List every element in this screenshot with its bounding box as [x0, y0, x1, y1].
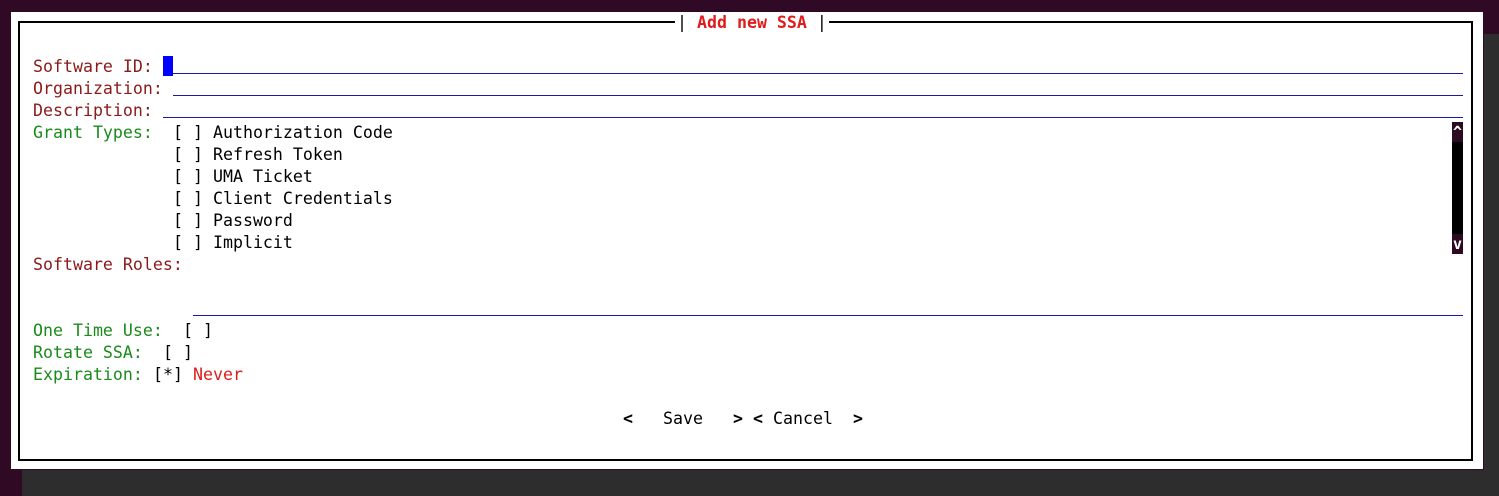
software-roles-input[interactable]	[193, 315, 1463, 316]
cancel-button[interactable]: < Cancel >	[753, 408, 863, 430]
title-bar-right: |	[816, 13, 827, 32]
organization-label: Organization:	[33, 79, 163, 98]
one-time-use-label: One Time Use:	[33, 321, 163, 340]
grant-type-implicit[interactable]: [ ] Implicit	[173, 232, 293, 254]
checkbox[interactable]: [ ]	[173, 123, 203, 142]
save-right-bracket: >	[732, 409, 743, 428]
grant-type-label: UMA Ticket	[212, 167, 313, 186]
expiration-checkbox[interactable]: [*]	[153, 364, 183, 386]
one-time-use-checkbox[interactable]: [ ]	[183, 320, 213, 342]
description-input[interactable]	[163, 117, 1463, 118]
organization-input[interactable]	[173, 95, 1463, 96]
title-bar-left: |	[677, 13, 687, 32]
grant-type-authorization-code[interactable]: [ ] Authorization Code	[173, 122, 393, 144]
software-id-label: Software ID:	[33, 57, 153, 76]
checkbox[interactable]: [ ]	[173, 167, 203, 186]
description-label: Description:	[33, 101, 153, 120]
grant-type-label: Implicit	[212, 233, 293, 252]
expiration-value: Never	[193, 365, 243, 384]
text-cursor	[163, 56, 173, 76]
dialog-title-text: Add new SSA	[697, 13, 807, 32]
grant-type-password[interactable]: [ ] Password	[173, 210, 293, 232]
grant-type-label: Refresh Token	[212, 145, 343, 164]
add-ssa-dialog: | Add new SSA | Software ID: Organizatio…	[11, 12, 1483, 469]
checkbox[interactable]: [ ]	[173, 189, 203, 208]
save-left-bracket: <	[623, 409, 633, 428]
software-roles-label: Software Roles:	[33, 255, 183, 274]
cancel-right-bracket: >	[852, 409, 863, 428]
terminal-background-right	[1484, 34, 1499, 496]
grant-type-label: Password	[212, 211, 293, 230]
rotate-ssa-label: Rotate SSA:	[33, 343, 143, 362]
scroll-down-icon[interactable]: v	[1452, 234, 1463, 254]
rotate-ssa-checkbox[interactable]: [ ]	[163, 342, 193, 364]
scroll-up-icon[interactable]: ^	[1452, 122, 1463, 142]
expiration-label: Expiration:	[33, 365, 143, 384]
grant-type-client-credentials[interactable]: [ ] Client Credentials	[173, 188, 393, 210]
checkbox[interactable]: [ ]	[173, 233, 203, 252]
grant-type-uma-ticket[interactable]: [ ] UMA Ticket	[173, 166, 313, 188]
software-id-input[interactable]	[173, 73, 1463, 74]
terminal-background-bottom	[22, 470, 1499, 496]
cancel-button-label: Cancel	[773, 409, 833, 428]
grant-type-refresh-token[interactable]: [ ] Refresh Token	[173, 144, 343, 166]
save-button[interactable]: < Save >	[623, 408, 743, 430]
save-button-label: Save	[662, 409, 703, 428]
grant-type-label: Authorization Code	[212, 123, 393, 142]
dialog-title: | Add new SSA |	[675, 12, 829, 34]
grant-types-label: Grant Types:	[33, 123, 153, 142]
grant-type-label: Client Credentials	[212, 189, 393, 208]
checkbox[interactable]: [ ]	[173, 211, 203, 230]
cancel-left-bracket: <	[753, 409, 763, 428]
checkbox[interactable]: [ ]	[173, 145, 203, 164]
